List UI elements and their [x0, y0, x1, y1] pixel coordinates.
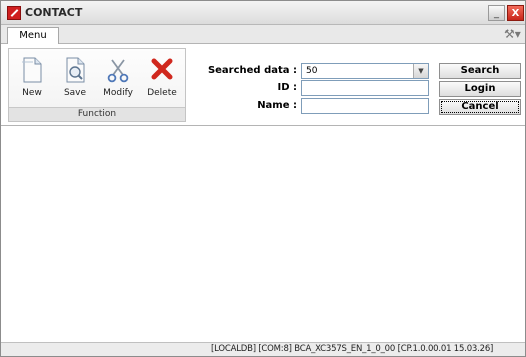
window-title: CONTACT: [25, 6, 83, 19]
save-document-icon: [66, 57, 85, 83]
app-logo-icon: [7, 6, 21, 20]
function-group-label: Function: [9, 107, 185, 121]
function-group: New Save Modify Delete Function: [8, 48, 186, 122]
ribbon-panel: New Save Modify Delete Function Searched…: [1, 44, 525, 126]
title-bar[interactable]: CONTACT _ X: [1, 1, 525, 25]
save-button[interactable]: Save: [56, 53, 94, 105]
tab-menu[interactable]: Menu: [7, 27, 59, 45]
id-label: ID :: [277, 82, 297, 93]
main-content-area: [1, 127, 525, 342]
minimize-button[interactable]: _: [488, 5, 505, 21]
searched-data-combo[interactable]: 50 ▼: [301, 63, 429, 79]
delete-button[interactable]: Delete: [143, 53, 181, 105]
tools-icon[interactable]: ⚒▾: [504, 27, 521, 41]
searched-data-label: Searched data :: [207, 65, 297, 76]
scissors-icon: [107, 59, 129, 83]
name-label: Name :: [257, 100, 297, 111]
red-x-icon: [151, 58, 173, 80]
chevron-down-icon[interactable]: ▼: [413, 64, 428, 78]
delete-label: Delete: [147, 88, 177, 98]
modify-label: Modify: [103, 88, 133, 98]
new-button[interactable]: New: [13, 53, 51, 105]
contact-window: CONTACT _ X Menu ⚒▾ New Save Modify Dele…: [0, 0, 526, 357]
name-input[interactable]: [301, 98, 429, 114]
id-input[interactable]: [301, 80, 429, 96]
modify-button[interactable]: Modify: [99, 53, 137, 105]
searched-data-value: 50: [306, 66, 318, 76]
cancel-button[interactable]: Cancel: [439, 99, 521, 115]
close-button[interactable]: X: [507, 5, 524, 21]
new-label: New: [22, 88, 42, 98]
new-document-icon: [22, 57, 42, 83]
status-text: [LOCALDB] [COM:8] BCA_XC357S_EN_1_0_00 […: [211, 344, 494, 354]
search-button[interactable]: Search: [439, 63, 521, 79]
ribbon-tab-row: Menu ⚒▾: [1, 25, 525, 45]
status-bar: [LOCALDB] [COM:8] BCA_XC357S_EN_1_0_00 […: [1, 342, 525, 356]
save-label: Save: [63, 88, 87, 98]
login-button[interactable]: Login: [439, 81, 521, 97]
